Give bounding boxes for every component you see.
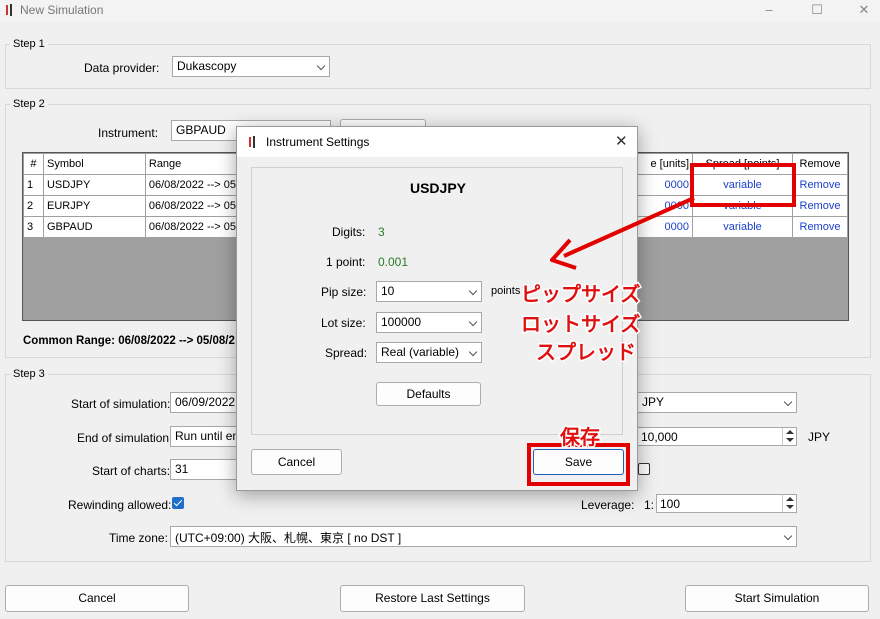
dialog-title-bar: Instrument Settings ✕ — [237, 127, 637, 157]
window-title: New Simulation — [20, 3, 104, 17]
app-icon — [249, 136, 255, 148]
step1-label: Step 1 — [10, 38, 48, 50]
start-simulation-button[interactable]: Start Simulation — [685, 585, 869, 612]
defaults-button[interactable]: Defaults — [376, 382, 481, 406]
start-sim-value: 06/09/2022 — [175, 395, 236, 409]
chevron-down-icon — [783, 397, 793, 407]
arrow-up-icon[interactable] — [786, 497, 794, 501]
provider-select[interactable]: Dukascopy — [172, 56, 330, 77]
end-sim-select[interactable]: Run until end — [170, 426, 240, 447]
point-value: 0.001 — [378, 255, 409, 269]
spread-select[interactable]: Real (variable) — [376, 342, 482, 363]
currency-value: JPY — [642, 395, 665, 409]
row-symbol: GBPAUD — [42, 216, 146, 238]
col-remove: Remove — [791, 153, 849, 175]
close-icon[interactable]: ✕ — [855, 2, 873, 18]
pip-size-annotation: ピップサイズ — [519, 281, 641, 308]
currency-select[interactable]: JPY — [637, 392, 797, 413]
pip-size-label: Pip size: — [321, 285, 367, 299]
lot-size-label: Lot size: — [321, 316, 366, 330]
instrument-value: GBPAUD — [176, 123, 226, 137]
title-bar: New Simulation – ☐ ✕ — [0, 0, 880, 22]
start-charts-field[interactable]: 31 — [170, 459, 240, 480]
chevron-down-icon — [468, 286, 478, 296]
row-remove[interactable]: Remove — [791, 216, 849, 238]
spread-label: Spread: — [325, 346, 368, 360]
arrow-up-icon[interactable] — [786, 430, 794, 434]
chevron-down-icon — [783, 531, 793, 541]
provider-value: Dukascopy — [177, 59, 237, 73]
chevron-down-icon — [316, 61, 326, 71]
chevron-down-icon — [468, 317, 478, 327]
deposit-unit: JPY — [808, 430, 831, 444]
step3-label: Step 3 — [10, 368, 48, 380]
end-sim-value: Run until end — [175, 429, 240, 443]
deposit-stepper[interactable]: 10,000 — [637, 427, 797, 446]
pip-size-select[interactable]: 10 — [376, 281, 482, 302]
arrow-down-icon[interactable] — [786, 505, 794, 509]
instrument-label: Instrument: — [98, 126, 159, 140]
dialog-title: Instrument Settings — [266, 135, 370, 149]
row-remove[interactable]: Remove — [791, 174, 849, 196]
col-symbol: Symbol — [42, 153, 146, 175]
arrow-down-icon[interactable] — [786, 438, 794, 442]
leverage-label: Leverage: — [581, 498, 635, 512]
app-icon — [6, 4, 12, 16]
common-range: Common Range: 06/08/2022 --> 05/08/2 — [23, 335, 235, 347]
col-units: e [units] — [632, 153, 694, 175]
row-num: 1 — [23, 174, 44, 196]
option-checkbox[interactable] — [638, 463, 650, 475]
row-remove[interactable]: Remove — [791, 195, 849, 217]
end-sim-label: End of simulation: — [77, 431, 173, 445]
rewinding-label: Rewinding allowed: — [68, 498, 172, 512]
spread-annotation: スプレッド — [535, 339, 638, 366]
start-sim-label: Start of simulation: — [71, 397, 171, 411]
lot-size-annotation: ロットサイズ — [519, 311, 641, 338]
leverage-stepper[interactable]: 100 — [656, 494, 797, 513]
timezone-label: Time zone: — [109, 531, 168, 545]
step2-label: Step 2 — [10, 98, 48, 110]
leverage-spin-arrows[interactable] — [782, 495, 796, 512]
start-charts-value: 31 — [175, 462, 189, 476]
dialog-close-icon[interactable]: ✕ — [615, 132, 628, 150]
restore-settings-button[interactable]: Restore Last Settings — [340, 585, 525, 612]
lot-size-select[interactable]: 100000 — [376, 312, 482, 333]
leverage-prefix: 1: — [644, 498, 655, 512]
maximize-icon[interactable]: ☐ — [808, 2, 826, 18]
leverage-value: 100 — [660, 497, 681, 511]
row-symbol: USDJPY — [42, 174, 146, 196]
minimize-icon[interactable]: – — [760, 2, 778, 18]
spread-value: Real (variable) — [381, 345, 460, 359]
row-symbol: EURJPY — [42, 195, 146, 217]
timezone-select[interactable]: (UTC+09:00) 大阪、札幌、東京 [ no DST ] — [170, 526, 797, 547]
provider-label: Data provider: — [84, 61, 160, 75]
deposit-value: 10,000 — [641, 430, 678, 444]
lot-size-value: 100000 — [381, 315, 422, 329]
chevron-down-icon — [468, 347, 478, 357]
timezone-value: (UTC+09:00) 大阪、札幌、東京 [ no DST ] — [175, 531, 402, 545]
dialog-cancel-button[interactable]: Cancel — [251, 449, 342, 475]
start-sim-field[interactable]: 06/09/2022 — [170, 392, 240, 413]
digits-value: 3 — [378, 225, 385, 239]
rewinding-checkbox[interactable] — [172, 497, 184, 509]
row-num: 3 — [23, 216, 44, 238]
digits-label: Digits: — [332, 225, 366, 239]
col-num: # — [23, 153, 44, 175]
point-label: 1 point: — [326, 255, 366, 269]
save-annotation: 保存 — [559, 424, 602, 451]
cancel-button[interactable]: Cancel — [5, 585, 189, 612]
annotation-arrow-icon — [550, 196, 695, 270]
pip-unit: points — [491, 285, 521, 297]
row-num: 2 — [23, 195, 44, 217]
pip-size-value: 10 — [381, 284, 395, 298]
start-charts-label: Start of charts: — [92, 464, 171, 478]
deposit-spin-arrows[interactable] — [782, 428, 796, 445]
